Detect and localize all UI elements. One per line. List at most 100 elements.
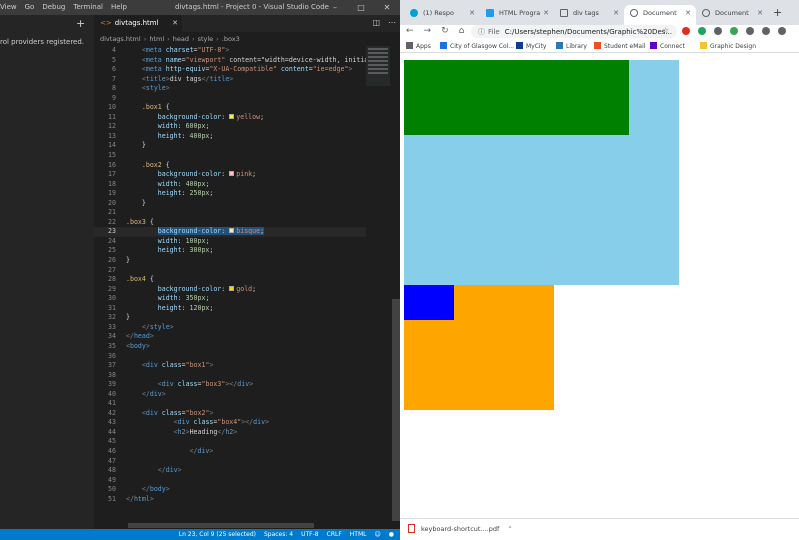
minimize-icon[interactable]: – (322, 0, 348, 15)
code-line[interactable]: 23 background-color: bisque; (94, 227, 366, 237)
code-line[interactable]: 11 background-color: yellow; (94, 113, 366, 123)
address-bar[interactable]: ⓘ File C:/Users/stephen/Documents/Graphic%… (471, 25, 677, 38)
back-icon[interactable]: ← (406, 25, 414, 37)
code-line[interactable]: 47 (94, 457, 366, 467)
code-line[interactable]: 5 <meta name="viewport" content="width=d… (94, 56, 366, 66)
code-line[interactable]: 29 background-color: gold; (94, 285, 366, 295)
menu-terminal[interactable]: Terminal (73, 3, 103, 11)
close-icon[interactable]: ✕ (172, 19, 178, 27)
menu-view[interactable]: View (0, 3, 17, 11)
breadcrumb-file[interactable]: divtags.html (100, 35, 141, 43)
code-line[interactable]: 14 } (94, 141, 366, 151)
code-line[interactable]: 24 width: 100px; (94, 237, 366, 247)
code-line[interactable]: 46 </div> (94, 447, 366, 457)
extension-icon[interactable] (778, 27, 786, 35)
bookmark-connect[interactable]: Connect (650, 42, 685, 50)
code-line[interactable]: 8 <style> (94, 84, 366, 94)
extension-icon[interactable] (698, 27, 706, 35)
menu-go[interactable]: Go (25, 3, 35, 11)
close-icon[interactable]: ✕ (757, 9, 763, 17)
browser-tab-1[interactable]: (1) Respo ✕ (404, 5, 480, 25)
bookmark-mycity[interactable]: MyCity (516, 42, 547, 50)
code-line[interactable]: 40 </div> (94, 390, 366, 400)
bookmark-apps[interactable]: Apps (406, 42, 431, 50)
code-line[interactable]: 38 (94, 371, 366, 381)
code-line[interactable]: 10 .box1 { (94, 103, 366, 113)
code-line[interactable]: 31 height: 120px; (94, 304, 366, 314)
code-line[interactable]: 18 width: 400px; (94, 180, 366, 190)
code-line[interactable]: 51 </html> (94, 495, 366, 505)
browser-tab-5[interactable]: Document ✕ (696, 5, 768, 25)
vertical-scrollbar[interactable] (392, 46, 400, 529)
reload-icon[interactable]: ↻ (441, 25, 449, 37)
code-line[interactable]: 17 background-color: pink; (94, 170, 366, 180)
extension-icon[interactable] (682, 27, 690, 35)
code-line[interactable]: 43 <div class="box4"></div> (94, 418, 366, 428)
extension-icon[interactable] (714, 27, 722, 35)
new-tab-icon[interactable]: + (773, 6, 782, 19)
forward-icon[interactable]: → (424, 25, 432, 37)
extension-icon[interactable] (762, 27, 770, 35)
minimap[interactable] (366, 46, 390, 86)
code-line[interactable]: 25 height: 300px; (94, 246, 366, 256)
browser-tab-2[interactable]: HTML Progra ✕ (480, 5, 554, 25)
status-indentation[interactable]: Spaces: 4 (264, 531, 293, 538)
breadcrumb-style[interactable]: style (198, 35, 214, 43)
code-line[interactable]: 28 .box4 { (94, 275, 366, 285)
code-line[interactable]: 45 (94, 437, 366, 447)
bookmark-student-email[interactable]: Student eMail (594, 42, 645, 50)
close-icon[interactable]: ✕ (543, 9, 549, 17)
add-icon[interactable]: + (76, 17, 85, 30)
code-line[interactable]: 12 width: 600px; (94, 122, 366, 132)
code-line[interactable]: 20 } (94, 199, 366, 209)
code-line[interactable]: 44 <h2>Heading</h2> (94, 428, 366, 438)
code-line[interactable]: 7 <title>div tags</title> (94, 75, 366, 85)
bell-icon[interactable]: ● (389, 531, 394, 538)
bookmark-library[interactable]: Library (556, 42, 587, 50)
tab-divtags[interactable]: <> divtags.html ✕ (94, 15, 182, 32)
menu-debug[interactable]: Debug (42, 3, 65, 11)
code-line[interactable]: 37 <div class="box1"> (94, 361, 366, 371)
breadcrumb-selector[interactable]: .box3 (222, 35, 240, 43)
code-line[interactable]: 36 (94, 352, 366, 362)
code-line[interactable]: 13 height: 400px; (94, 132, 366, 142)
home-icon[interactable]: ⌂ (459, 25, 465, 37)
browser-tab-3[interactable]: div tags ✕ (554, 5, 624, 25)
code-line[interactable]: 33 </style> (94, 323, 366, 333)
browser-tab-4[interactable]: Document ✕ (624, 5, 696, 25)
close-icon[interactable]: ✕ (685, 9, 691, 17)
code-line[interactable]: 26} (94, 256, 366, 266)
menu-help[interactable]: Help (111, 3, 127, 11)
code-line[interactable]: 16 .box2 { (94, 161, 366, 171)
bookmark-star-icon[interactable]: ☆ (662, 26, 669, 35)
more-icon[interactable]: ⋯ (388, 18, 396, 27)
code-line[interactable]: 22 .box3 { (94, 218, 366, 228)
code-line[interactable]: 49 (94, 476, 366, 486)
code-line[interactable]: 42 <div class="box2"> (94, 409, 366, 419)
extension-icon[interactable] (730, 27, 738, 35)
download-item[interactable]: keyboard-shortcut....pdf ⌃ (408, 524, 513, 533)
chevron-up-icon[interactable]: ⌃ (507, 525, 512, 533)
status-encoding[interactable]: UTF-8 (301, 531, 319, 538)
code-line[interactable]: 15 (94, 151, 366, 161)
smiley-icon[interactable]: ☺ (374, 531, 380, 538)
code-line[interactable]: 9 (94, 94, 366, 104)
code-line[interactable]: 4 <meta charset="UTF-8"> (94, 46, 366, 56)
code-line[interactable]: 21 (94, 208, 366, 218)
code-line[interactable]: 39 <div class="box3"></div> (94, 380, 366, 390)
maximize-icon[interactable]: □ (348, 0, 374, 15)
code-line[interactable]: 19 height: 250px; (94, 189, 366, 199)
close-icon[interactable]: ✕ (469, 9, 475, 17)
close-icon[interactable]: ✕ (374, 0, 400, 15)
code-line[interactable]: 35 <body> (94, 342, 366, 352)
bookmark-graphic-design[interactable]: Graphic Design (700, 42, 756, 50)
code-line[interactable]: 48 </div> (94, 466, 366, 476)
code-line[interactable]: 34 </head> (94, 332, 366, 342)
horizontal-scrollbar[interactable] (128, 523, 314, 528)
scrollbar-thumb[interactable] (392, 299, 400, 521)
close-icon[interactable]: ✕ (613, 9, 619, 17)
status-cursor-position[interactable]: Ln 23, Col 9 (25 selected) (179, 531, 256, 538)
info-icon[interactable]: ⓘ (478, 28, 485, 36)
code-line[interactable]: 30 width: 350px; (94, 294, 366, 304)
code-editor[interactable]: 4 <meta charset="UTF-8"> 5 <meta name="vi… (94, 46, 366, 516)
